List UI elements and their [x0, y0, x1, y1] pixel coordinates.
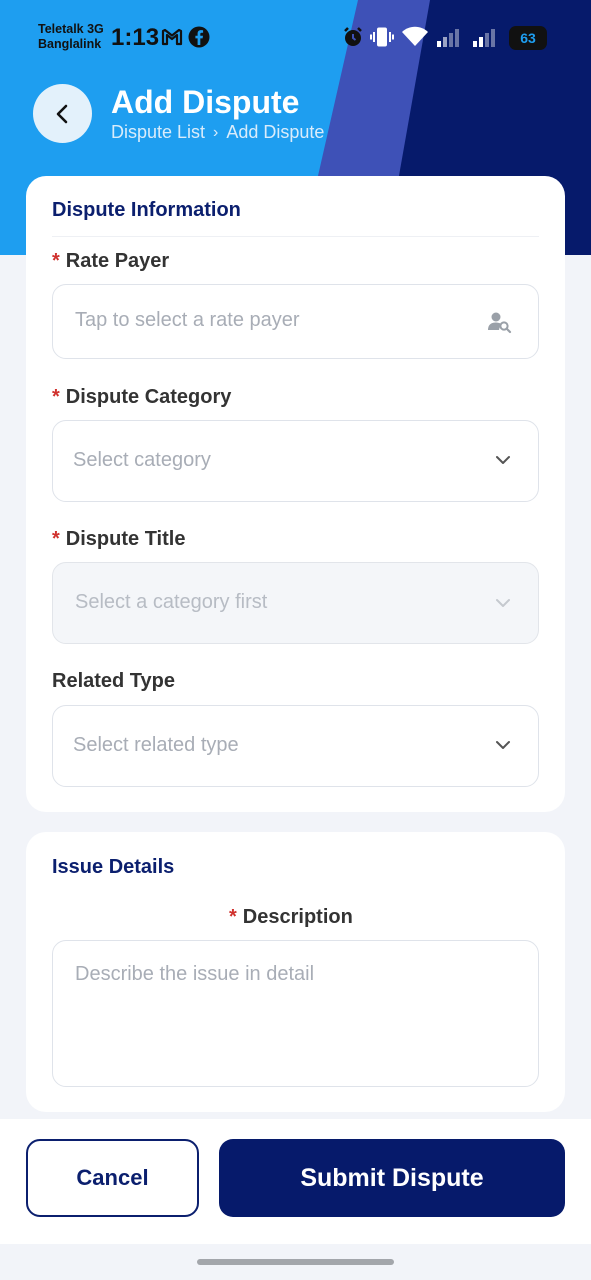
carrier-1: Teletalk 3G	[38, 22, 104, 36]
related-type-placeholder: Select related type	[73, 734, 239, 756]
description-label-text: Description	[242, 906, 353, 928]
battery-indicator: 63	[509, 26, 547, 50]
dispute-category-placeholder: Select category	[73, 449, 211, 471]
description-textarea[interactable]: Describe the issue in detail	[52, 940, 539, 1087]
breadcrumb-dispute-list[interactable]: Dispute List	[111, 122, 205, 143]
submit-dispute-button[interactable]: Submit Dispute	[219, 1139, 565, 1217]
required-mark: *	[52, 250, 60, 272]
dispute-category-label-text: Dispute Category	[65, 386, 232, 408]
breadcrumb-separator: ›	[213, 123, 219, 141]
rate-payer-label: * Rate Payer	[52, 250, 169, 273]
wifi-icon	[401, 26, 429, 53]
dispute-category-select[interactable]: Select category	[52, 420, 539, 502]
chevron-down-icon	[494, 736, 512, 759]
dispute-title-label-text: Dispute Title	[65, 528, 186, 550]
signal-1-icon	[436, 26, 462, 53]
description-placeholder: Describe the issue in detail	[75, 963, 315, 985]
dispute-title-placeholder: Select a category first	[75, 591, 268, 613]
issue-details-title: Issue Details	[52, 856, 175, 878]
chevron-down-icon	[494, 451, 512, 474]
required-mark: *	[229, 906, 237, 928]
system-nav-area	[0, 1244, 591, 1280]
vibrate-icon	[370, 26, 394, 53]
related-type-select[interactable]: Select related type	[52, 705, 539, 787]
dispute-title-select: Select a category first	[52, 562, 539, 644]
back-arrow-icon	[56, 104, 67, 123]
user-search-icon[interactable]	[486, 309, 512, 340]
required-mark: *	[52, 386, 60, 408]
rate-payer-placeholder: Tap to select a rate payer	[75, 309, 300, 331]
bottom-action-bar: Cancel Submit Dispute	[0, 1119, 591, 1244]
breadcrumb-current: Add Dispute	[226, 122, 325, 142]
rate-payer-label-text: Rate Payer	[65, 250, 170, 272]
chevron-down-icon	[494, 594, 512, 617]
back-button[interactable]	[33, 84, 92, 143]
facebook-icon	[188, 26, 210, 53]
description-label: * Description	[229, 906, 353, 929]
breadcrumb: Dispute List › Add Dispute	[111, 122, 324, 143]
required-mark: *	[52, 528, 60, 550]
status-bar: Teletalk 3G Banglalink 1:13 63	[0, 0, 591, 72]
gmail-icon	[161, 26, 183, 53]
rate-payer-field[interactable]: Tap to select a rate payer	[52, 284, 539, 359]
related-type-label: Related Type	[52, 670, 175, 692]
page-title: Add Dispute	[111, 84, 300, 120]
dispute-information-card: Dispute Information * Rate Payer Tap to s…	[26, 176, 565, 812]
status-time: 1:13	[111, 24, 160, 51]
dispute-information-title: Dispute Information	[52, 199, 241, 221]
cancel-button[interactable]: Cancel	[26, 1139, 199, 1217]
issue-details-card: Issue Details * Description Describe the …	[26, 832, 565, 1112]
section-divider	[52, 236, 539, 237]
dispute-title-label: * Dispute Title	[52, 528, 185, 551]
dispute-category-label: * Dispute Category	[52, 386, 231, 409]
alarm-icon	[342, 26, 364, 53]
add-dispute-screen: Teletalk 3G Banglalink 1:13 63 Add Dispu…	[0, 0, 591, 1280]
carrier-info: Teletalk 3G Banglalink	[38, 22, 104, 52]
carrier-2: Banglalink	[38, 37, 102, 51]
signal-2-icon	[472, 26, 498, 53]
home-indicator[interactable]	[197, 1259, 394, 1265]
